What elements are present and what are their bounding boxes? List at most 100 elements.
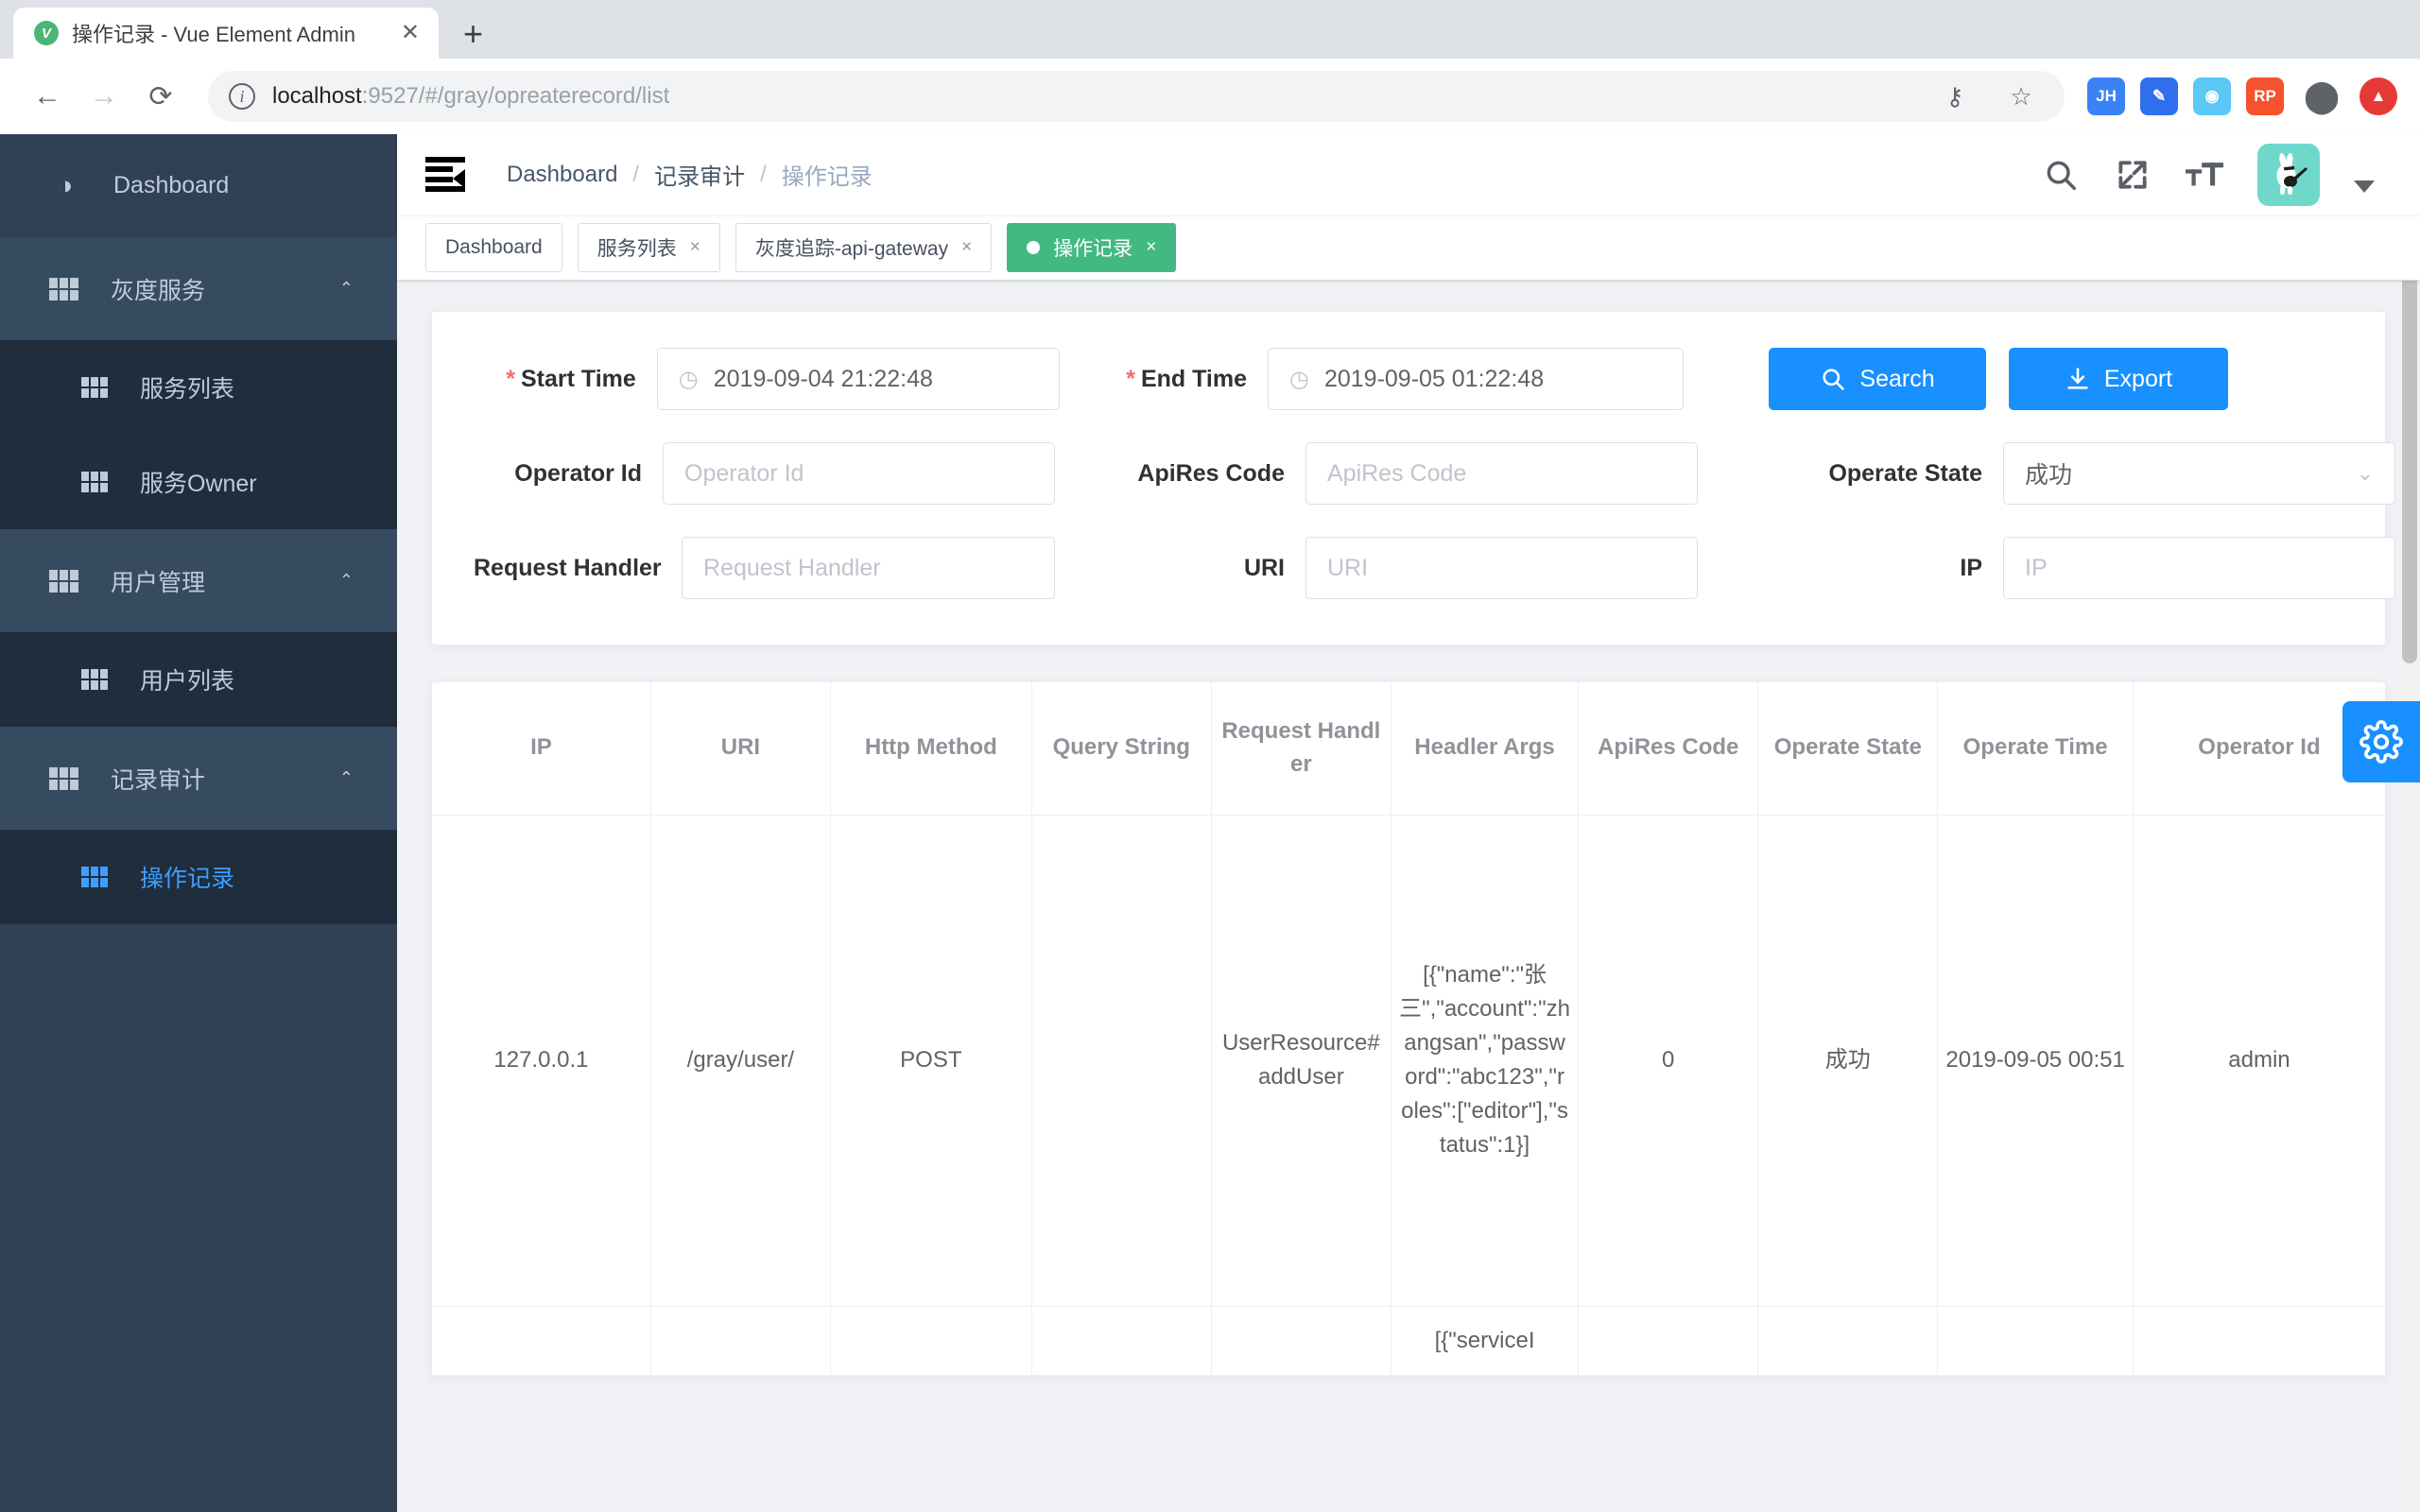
column-header-headler-args[interactable]: Headler Args: [1391, 682, 1578, 815]
hamburger-icon[interactable]: [425, 157, 465, 193]
tag-operation-record[interactable]: 操作记录 ×: [1007, 223, 1176, 272]
tag-label: 灰度追踪-api-gateway: [755, 233, 948, 262]
close-icon[interactable]: ×: [690, 237, 700, 258]
extension-globe-icon[interactable]: ◉: [2193, 77, 2231, 115]
export-button[interactable]: Export: [2009, 348, 2228, 410]
column-header-operate-time[interactable]: Operate Time: [1938, 682, 2134, 815]
sidebar-item-gray-service[interactable]: 灰度服务 ⌃: [0, 237, 397, 340]
chevron-up-icon: ⌃: [339, 768, 354, 788]
sidebar-item-label: 记录审计: [111, 762, 205, 796]
profile-icon[interactable]: ⬤: [2299, 74, 2344, 119]
search-icon: [1820, 366, 1846, 392]
column-header-uri[interactable]: URI: [650, 682, 830, 815]
sidebar-item-record-audit[interactable]: 记录审计 ⌃: [0, 727, 397, 830]
cell-request-handler: [1211, 1306, 1391, 1375]
column-header-http-method[interactable]: Http Method: [830, 682, 1031, 815]
ip-input[interactable]: IP: [2003, 537, 2395, 599]
request-handler-input[interactable]: Request Handler: [682, 537, 1055, 599]
forward-icon[interactable]: →: [79, 72, 129, 121]
new-tab-button[interactable]: +: [463, 17, 483, 51]
close-icon[interactable]: ×: [1146, 237, 1156, 258]
address-bar[interactable]: i localhost:9527/#/gray/opreaterecord/li…: [208, 71, 2065, 122]
table-row[interactable]: 127.0.0.1 /gray/user/ POST UserResource#…: [432, 815, 2385, 1306]
settings-fab-button[interactable]: [2342, 701, 2420, 782]
active-dot-icon: [1027, 241, 1040, 254]
cell-query-string: [1031, 815, 1211, 1306]
download-icon: [2065, 366, 2091, 392]
sidebar-item-user-management[interactable]: 用户管理 ⌃: [0, 529, 397, 632]
breadcrumb-item-dashboard[interactable]: Dashboard: [507, 162, 617, 188]
sidebar-item-user-list[interactable]: 用户列表: [0, 632, 397, 727]
sidebar-item-operation-record[interactable]: 操作记录: [0, 830, 397, 924]
label-text: End Time: [1141, 366, 1247, 392]
breadcrumb-item-record-audit[interactable]: 记录审计: [654, 158, 745, 191]
cell-headler-args: [{"name":"张三","account":"zhangsan","pass…: [1391, 815, 1578, 1306]
font-size-icon[interactable]: [2186, 156, 2223, 194]
tag-service-list[interactable]: 服务列表 ×: [578, 223, 720, 272]
tab-title: 操作记录 - Vue Element Admin: [72, 18, 382, 48]
close-icon[interactable]: ✕: [395, 22, 425, 44]
sidebar-item-label: 操作记录: [140, 860, 234, 894]
back-icon[interactable]: ←: [23, 72, 72, 121]
column-header-operate-state[interactable]: Operate State: [1758, 682, 1938, 815]
uri-group: URI URI: [1055, 537, 1698, 599]
grid-icon: [81, 867, 108, 887]
column-header-apires-code[interactable]: ApiRes Code: [1579, 682, 1758, 815]
reload-icon[interactable]: ⟳: [136, 72, 185, 121]
tag-label: Dashboard: [445, 236, 543, 259]
ip-group: IP IP: [1748, 537, 2395, 599]
uri-label: URI: [1055, 555, 1305, 582]
avatar[interactable]: [2257, 144, 2320, 206]
search-icon[interactable]: [2042, 156, 2080, 194]
top-navbar: Dashboard / 记录审计 / 操作记录: [397, 134, 2420, 215]
fullscreen-icon[interactable]: [2114, 156, 2152, 194]
column-header-query-string[interactable]: Query String: [1031, 682, 1211, 815]
end-time-input[interactable]: ◷ 2019-09-05 01:22:48: [1268, 348, 1684, 410]
request-handler-group: Request Handler Request Handler: [474, 537, 1055, 599]
filter-row-3: Request Handler Request Handler URI URI …: [474, 537, 2343, 599]
search-button[interactable]: Search: [1769, 348, 1986, 410]
table-header-row: IP URI Http Method Query String Request …: [432, 682, 2385, 815]
cell-http-method: [830, 1306, 1031, 1375]
table-row[interactable]: [{"serviceI: [432, 1306, 2385, 1375]
cell-apires-code: 0: [1579, 815, 1758, 1306]
start-time-group: *Start Time ◷ 2019-09-04 21:22:48: [474, 348, 1060, 410]
apires-code-input[interactable]: ApiRes Code: [1305, 442, 1698, 505]
page-scrollbar[interactable]: [2399, 134, 2420, 1512]
sidebar-item-service-owner[interactable]: 服务Owner: [0, 435, 397, 529]
extension-blue-icon[interactable]: ✎: [2140, 77, 2178, 115]
sidebar-item-service-list[interactable]: 服务列表: [0, 340, 397, 435]
ip-label: IP: [1748, 555, 2003, 582]
cell-request-handler: UserResource#addUser: [1211, 815, 1391, 1306]
records-table: IP URI Http Method Query String Request …: [432, 682, 2385, 1376]
clock-icon: ◷: [1289, 366, 1309, 393]
chrome-menu-icon[interactable]: ▲: [2360, 77, 2397, 115]
column-header-request-handler[interactable]: Request Handler: [1211, 682, 1391, 815]
sidebar-item-dashboard[interactable]: ◑ Dashboard: [0, 134, 397, 237]
start-time-input[interactable]: ◷ 2019-09-04 21:22:48: [657, 348, 1060, 410]
operator-id-input[interactable]: Operator Id: [663, 442, 1055, 505]
cell-query-string: [1031, 1306, 1211, 1375]
extension-rp-icon[interactable]: RP: [2246, 77, 2284, 115]
column-header-ip[interactable]: IP: [432, 682, 650, 815]
request-handler-label: Request Handler: [474, 555, 682, 582]
apires-code-group: ApiRes Code ApiRes Code: [1055, 442, 1698, 505]
grid-icon: [49, 767, 78, 790]
browser-tab[interactable]: V 操作记录 - Vue Element Admin ✕: [13, 8, 439, 59]
tag-gray-trace-api-gateway[interactable]: 灰度追踪-api-gateway ×: [735, 223, 992, 272]
grid-icon: [81, 377, 108, 398]
main-region: Dashboard / 记录审计 / 操作记录: [397, 134, 2420, 1512]
uri-input[interactable]: URI: [1305, 537, 1698, 599]
tag-dashboard[interactable]: Dashboard: [425, 223, 562, 272]
end-time-label: *End Time: [1060, 366, 1268, 393]
operate-state-select[interactable]: 成功 ⌄: [2003, 442, 2395, 505]
breadcrumb-item-operation-record: 操作记录: [782, 158, 873, 191]
password-key-icon[interactable]: ⚷: [1932, 74, 1978, 119]
site-info-icon[interactable]: i: [229, 83, 255, 110]
filter-row-1: *Start Time ◷ 2019-09-04 21:22:48 *End T…: [474, 348, 2343, 410]
close-icon[interactable]: ×: [961, 237, 972, 258]
extension-jh-icon[interactable]: JH: [2087, 77, 2125, 115]
bookmark-star-icon[interactable]: ☆: [1998, 74, 2044, 119]
chevron-down-icon[interactable]: [2354, 180, 2375, 193]
start-time-value: 2019-09-04 21:22:48: [714, 366, 933, 393]
